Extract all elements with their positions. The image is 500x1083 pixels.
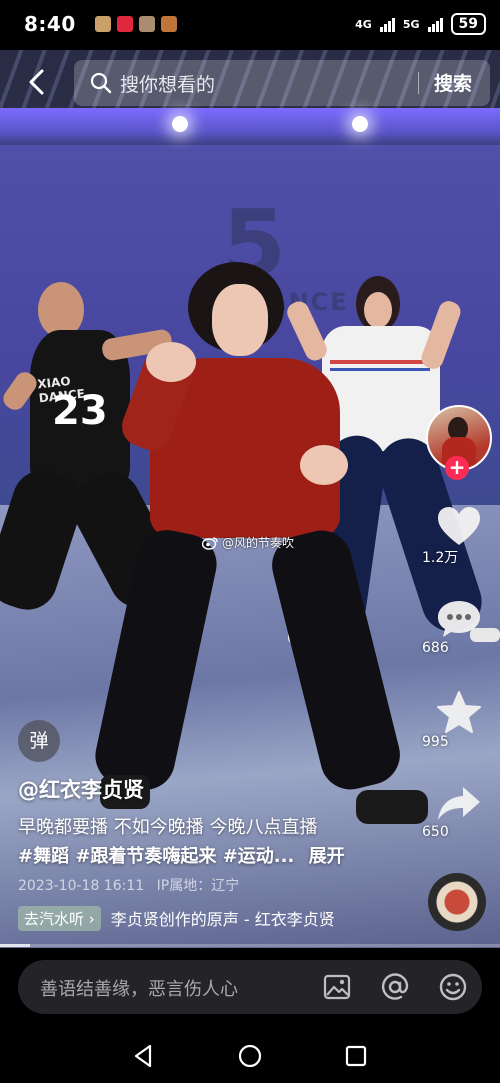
comment-placeholder[interactable]: 善语结善缘，恶言伤人心 <box>40 975 238 1001</box>
app-notification-icon <box>117 16 133 32</box>
ip-location: IP属地：辽宁 <box>156 878 240 894</box>
ceiling-light <box>352 116 368 132</box>
share-button[interactable]: 650 <box>422 784 496 840</box>
watermark-text: @风的节奏吹 <box>222 536 295 550</box>
description-hashtags: #舞蹈 #跟着节奏嗨起来 #运动... 展开 <box>18 842 345 868</box>
app-notification-icon <box>95 16 111 32</box>
post-meta: 2023-10-18 16:11 IP属地：辽宁 <box>18 875 239 895</box>
signal-icon <box>427 16 443 32</box>
qishui-listen-tag[interactable]: 去汽水听 › <box>18 905 101 931</box>
network-5g-label: 5G <box>402 17 420 31</box>
music-title[interactable]: 李贞贤创作的原声 - 红衣李贞贤 <box>111 906 381 930</box>
weibo-icon <box>202 536 218 550</box>
signal-icon <box>379 16 395 32</box>
status-bar: 8:40 4G 5G 59 <box>0 0 500 50</box>
notification-icons <box>95 16 177 32</box>
emoji-icon[interactable] <box>438 972 468 1002</box>
share-icon <box>438 787 480 820</box>
network-4g-label: 4G <box>355 17 372 31</box>
status-indicators: 4G 5G 59 <box>355 13 486 35</box>
back-icon[interactable] <box>22 67 52 97</box>
search-icon <box>90 72 112 94</box>
video-progress-fill <box>0 944 30 947</box>
music-disc[interactable] <box>428 873 486 931</box>
search-header: 搜你想看的 搜索 <box>0 55 500 111</box>
search-divider <box>418 72 419 94</box>
comment-button[interactable]: 686 <box>422 598 496 656</box>
like-count: 1.2万 <box>422 550 459 566</box>
ceiling-light <box>172 116 188 132</box>
hashtags[interactable]: #舞蹈 #跟着节奏嗨起来 #运动... <box>18 846 294 867</box>
battery-indicator: 59 <box>450 13 486 35</box>
play-notification-icon <box>139 16 155 32</box>
like-button[interactable]: 1.2万 <box>422 505 496 567</box>
shirt-number: 23 <box>52 388 108 434</box>
comment-icon <box>438 601 480 637</box>
video-progress-bar[interactable] <box>0 944 500 947</box>
nav-home-icon[interactable] <box>236 1042 264 1070</box>
system-nav-bar <box>0 1028 500 1083</box>
nav-back-icon[interactable] <box>130 1042 158 1070</box>
favorite-button[interactable]: 995 <box>422 690 496 750</box>
danmu-toggle-button[interactable]: 弹 <box>18 720 60 762</box>
post-date: 2023-10-18 16:11 <box>18 878 145 894</box>
status-time: 8:40 <box>24 12 76 36</box>
author-name[interactable]: @红衣李贞贤 <box>18 774 144 804</box>
music-notification-icon <box>161 16 177 32</box>
favorite-count: 995 <box>422 734 449 750</box>
search-bar[interactable]: 搜你想看的 搜索 <box>74 60 490 106</box>
video-watermark: @风的节奏吹 <box>202 534 294 551</box>
share-count: 650 <box>422 824 449 840</box>
ceiling-light-glow <box>0 108 500 148</box>
comment-count: 686 <box>422 640 449 656</box>
star-icon <box>437 691 481 733</box>
image-icon[interactable] <box>322 972 352 1002</box>
at-icon[interactable] <box>380 972 410 1002</box>
expand-button[interactable]: 展开 <box>309 846 345 867</box>
heart-icon <box>438 507 480 545</box>
search-placeholder[interactable]: 搜你想看的 <box>120 70 215 97</box>
description-line: 早晚都要播 不如今晚播 今晚八点直播 <box>18 817 318 838</box>
comment-input-bar[interactable]: 善语结善缘，恶言伤人心 <box>18 960 482 1014</box>
nav-recents-icon[interactable] <box>342 1042 370 1070</box>
search-button[interactable]: 搜索 <box>434 69 472 96</box>
music-row[interactable]: 去汽水听 › 李贞贤创作的原声 - 红衣李贞贤 <box>18 904 381 932</box>
follow-button[interactable]: + <box>445 456 469 480</box>
